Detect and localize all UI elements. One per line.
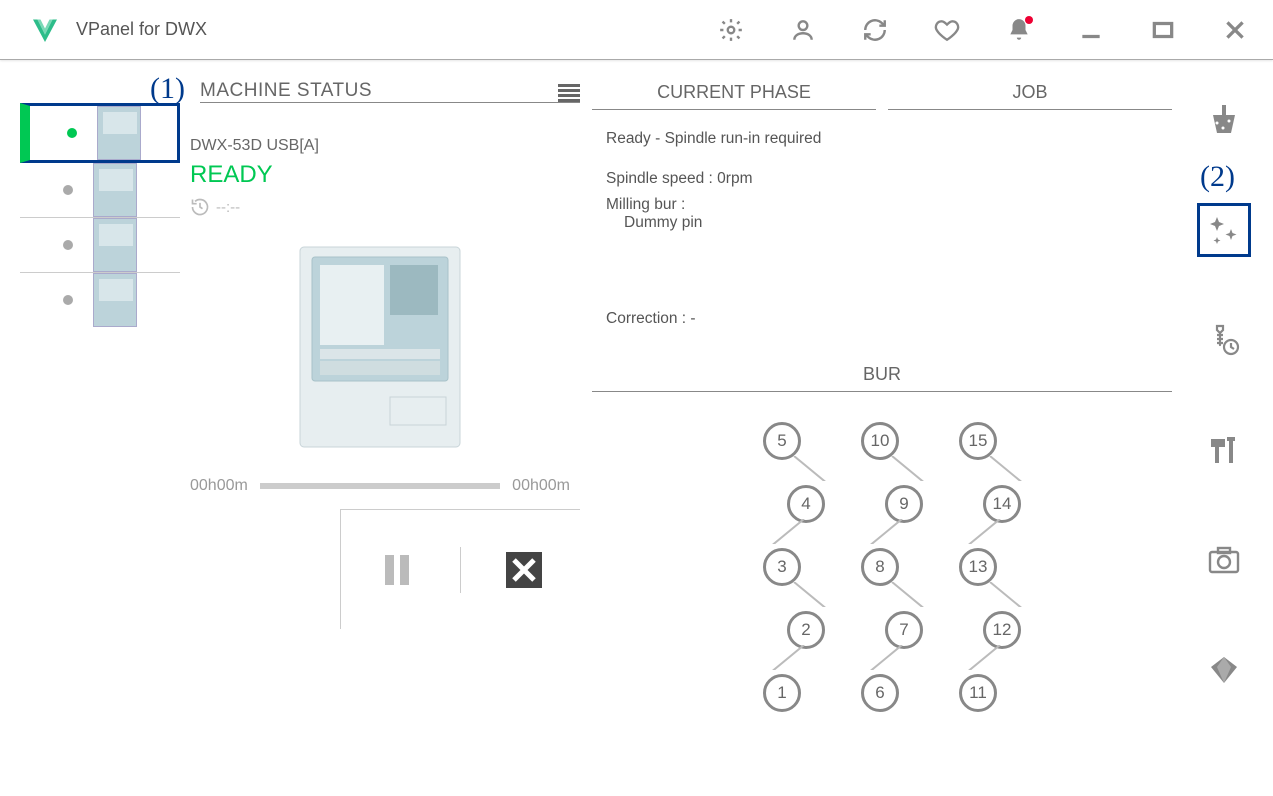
- bur-slot[interactable]: 13: [959, 548, 997, 586]
- close-icon: [1222, 17, 1248, 43]
- bur-slot[interactable]: 9: [885, 485, 923, 523]
- title-bar: VPanel for DWX: [0, 0, 1273, 60]
- gear-icon: [718, 17, 744, 43]
- close-button[interactable]: [1207, 10, 1263, 50]
- bur-column: 54321: [765, 422, 803, 712]
- bur-slot[interactable]: 14: [983, 485, 1021, 523]
- right-toolbar: (2): [1184, 80, 1264, 776]
- device-name: DWX-53D USB[A]: [190, 137, 580, 155]
- machine-preview: [180, 217, 580, 477]
- cleanup-button[interactable]: (2): [1204, 210, 1244, 250]
- progress-bar[interactable]: [260, 483, 500, 489]
- pause-icon: [377, 550, 417, 590]
- camera-button[interactable]: [1204, 540, 1244, 580]
- phase-milling-value: Dummy pin: [606, 214, 862, 232]
- progress-start: 00h00m: [190, 477, 248, 495]
- status-dot-green: [67, 128, 77, 138]
- elapsed-value: --:--: [216, 199, 240, 216]
- screw-time-button[interactable]: [1204, 320, 1244, 360]
- machine-thumb-4[interactable]: [20, 273, 180, 327]
- list-menu-button[interactable]: [558, 84, 580, 102]
- notification-dot: [1025, 16, 1033, 24]
- refresh-icon: [862, 17, 888, 43]
- bur-slot[interactable]: 2: [787, 611, 825, 649]
- stop-x-icon: [504, 550, 544, 590]
- mill-icon: [1207, 103, 1241, 137]
- status-dot-grey: [63, 185, 73, 195]
- machine-thumb-1[interactable]: [20, 103, 180, 163]
- progress-end: 00h00m: [512, 477, 570, 495]
- stop-button[interactable]: [501, 547, 547, 593]
- bur-slot[interactable]: 1: [763, 674, 801, 712]
- divider: [460, 547, 461, 593]
- machine-icon: [97, 106, 141, 160]
- minimize-button[interactable]: [1063, 10, 1119, 50]
- bur-slot[interactable]: 6: [861, 674, 899, 712]
- maximize-button[interactable]: [1135, 10, 1191, 50]
- user-icon: [790, 17, 816, 43]
- bur-slot[interactable]: 4: [787, 485, 825, 523]
- bur-slot[interactable]: 11: [959, 674, 997, 712]
- minimize-icon: [1078, 17, 1104, 43]
- bur-slot[interactable]: 7: [885, 611, 923, 649]
- sparkle-icon: [1207, 213, 1241, 247]
- annotation-2: (2): [1200, 160, 1235, 194]
- current-phase-title: CURRENT PHASE: [592, 80, 876, 110]
- heart-icon: [934, 17, 960, 43]
- bur-slot[interactable]: 8: [861, 548, 899, 586]
- phase-correction: Correction : -: [606, 310, 862, 328]
- bur-slot[interactable]: 15: [959, 422, 997, 460]
- screw-clock-icon: [1207, 323, 1241, 357]
- job-body: [888, 110, 1172, 150]
- pause-button[interactable]: [374, 547, 420, 593]
- machine-status-title: MACHINE STATUS: [200, 80, 372, 102]
- machine-detail: DWX-53D USB[A] READY --:--: [180, 103, 580, 217]
- bur-card: BUR 543211098761514131211: [592, 362, 1172, 776]
- phase-line-1: Ready - Spindle run-in required: [606, 130, 862, 148]
- machine-icon: [93, 163, 137, 217]
- machine-icon: [93, 273, 137, 327]
- bur-grid: 543211098761514131211: [592, 392, 1172, 712]
- milling-tool-button[interactable]: [1204, 100, 1244, 140]
- machine-icon: [93, 218, 137, 272]
- job-title: JOB: [888, 80, 1172, 110]
- bur-slot[interactable]: 3: [763, 548, 801, 586]
- bur-column: 109876: [863, 422, 901, 712]
- bur-slot[interactable]: 5: [763, 422, 801, 460]
- elapsed-time: --:--: [190, 197, 580, 217]
- app-title: VPanel for DWX: [76, 19, 207, 40]
- camera-icon: [1207, 543, 1241, 577]
- phase-milling-label: Milling bur :: [606, 196, 862, 214]
- bur-title: BUR: [592, 362, 1172, 392]
- diamond-icon: [1207, 653, 1241, 687]
- annotation-1: (1): [150, 72, 185, 106]
- machine-status-label: READY: [190, 161, 580, 189]
- favorite-button[interactable]: [919, 10, 975, 50]
- diamond-button[interactable]: [1204, 650, 1244, 690]
- machine-thumb-3[interactable]: [20, 218, 180, 273]
- maximize-icon: [1150, 17, 1176, 43]
- hammer-icon: [1207, 433, 1241, 467]
- bur-column: 1514131211: [961, 422, 999, 712]
- machine-thumb-2[interactable]: [20, 163, 180, 218]
- status-dot-grey: [63, 240, 73, 250]
- machine-image: [290, 237, 470, 457]
- current-phase-card: CURRENT PHASE Ready - Spindle run-in req…: [592, 80, 876, 350]
- notifications-button[interactable]: [991, 10, 1047, 50]
- bur-slot[interactable]: 10: [861, 422, 899, 460]
- bur-slot[interactable]: 12: [983, 611, 1021, 649]
- machine-status-header: (1) MACHINE STATUS: [200, 80, 580, 103]
- job-card: JOB: [888, 80, 1172, 350]
- tools-button[interactable]: [1204, 430, 1244, 470]
- refresh-button[interactable]: [847, 10, 903, 50]
- progress-row: 00h00m 00h00m: [180, 477, 580, 509]
- logo-icon: [30, 15, 60, 45]
- history-icon: [190, 197, 210, 217]
- status-dot-grey: [63, 295, 73, 305]
- settings-button[interactable]: [703, 10, 759, 50]
- user-button[interactable]: [775, 10, 831, 50]
- phase-spindle: Spindle speed : 0rpm: [606, 170, 862, 188]
